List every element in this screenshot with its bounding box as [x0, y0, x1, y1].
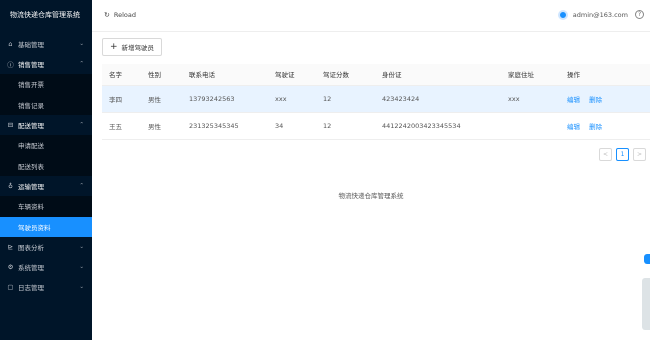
reload-icon: ↻	[104, 11, 110, 19]
table-row: 王五 男性 231325345345 34 12 441224200342334…	[102, 112, 650, 140]
menu-label: 基础管理	[18, 41, 44, 49]
column-header-id-card: 身份证	[375, 64, 501, 86]
column-header-license: 驾驶证	[268, 64, 316, 86]
cell-phone: 13793242563	[182, 85, 268, 113]
main-content: + 新增驾驶员 名字 性别 联系电话 驾驶证 驾证分数 身份证 家庭住址 操作 …	[92, 32, 650, 340]
delete-link[interactable]: 删除	[589, 123, 602, 131]
truck-icon: ♁	[8, 182, 13, 190]
chart-icon: ⊵	[7, 243, 14, 251]
sidebar-item-sales-invoice[interactable]: 销售开票	[0, 74, 92, 95]
edit-link[interactable]: 编辑	[567, 123, 580, 131]
cell-actions: 编辑 删除	[560, 85, 650, 113]
add-driver-button[interactable]: + 新增驾驶员	[102, 38, 163, 56]
column-header-address: 家庭住址	[501, 64, 560, 86]
reload-button[interactable]: ↻ Reload	[104, 11, 136, 19]
file-icon: ▢	[7, 283, 14, 291]
app-title: 物流快递仓库管理系统	[10, 11, 80, 19]
sidebar: 物流快递仓库管理系统 ⌂ 基础管理 ⌄ ⓘ 销售管理 ⌃ 销售开票 销售记录 ⊟…	[0, 0, 92, 340]
edit-link[interactable]: 编辑	[567, 96, 580, 104]
cell-name: 李四	[102, 85, 141, 113]
chevron-down-icon: ⌄	[79, 284, 84, 290]
menu-label: 日志管理	[18, 284, 44, 292]
column-header-name: 名字	[102, 64, 141, 86]
top-header: ↻ Reload admin@163.com ?	[92, 0, 650, 32]
table-row: 李四 男性 13793242563 xxx 12 423423424 xxx 编…	[102, 85, 650, 113]
page-1-button[interactable]: 1	[616, 148, 629, 161]
cell-address	[501, 112, 560, 140]
avatar	[557, 10, 568, 20]
submenu-sales: 销售开票 销售记录	[0, 74, 92, 115]
help-icon[interactable]: ?	[635, 10, 644, 19]
menu-delivery-management[interactable]: ⊟ 配送管理 ⌃	[0, 115, 92, 135]
submenu-delivery: 申请配送 配送列表	[0, 135, 92, 176]
menu-label: 销售管理	[18, 61, 44, 69]
menu-label: 运输管理	[18, 183, 44, 191]
footer-text: 物流快递仓库管理系统	[338, 192, 404, 200]
cell-gender: 男性	[141, 112, 182, 140]
cell-gender: 男性	[141, 85, 182, 113]
prev-page-button[interactable]: <	[599, 148, 612, 161]
menu-label: 配送管理	[18, 122, 44, 130]
column-header-gender: 性别	[141, 64, 182, 86]
chevron-down-icon: ⌄	[79, 244, 84, 250]
settings-icon: ⚙	[7, 263, 14, 271]
add-driver-label: 新增驾驶员	[121, 44, 155, 52]
driver-table: 名字 性别 联系电话 驾驶证 驾证分数 身份证 家庭住址 操作 李四 男性 13…	[102, 64, 650, 140]
car-icon: ⊟	[7, 121, 14, 129]
menu-label: 系统管理	[18, 264, 44, 272]
chevron-up-icon: ⌃	[79, 183, 84, 189]
info-circle-icon: ⓘ	[7, 61, 14, 69]
cell-id-card: 423423424	[375, 85, 501, 113]
sidebar-item-driver-info[interactable]: 驾驶员资料	[0, 216, 92, 237]
cell-license: 34	[268, 112, 316, 140]
cell-actions: 编辑 删除	[560, 112, 650, 140]
user-email: admin@163.com	[572, 11, 628, 19]
delete-link[interactable]: 删除	[589, 96, 602, 104]
user-menu[interactable]: admin@163.com	[557, 10, 628, 20]
menu-transport-management[interactable]: ♁ 运输管理 ⌃	[0, 176, 92, 196]
submenu-transport: 车辆资料 驾驶员资料	[0, 196, 92, 237]
column-header-actions: 操作	[560, 64, 650, 86]
cell-id-card: 4412242003423345534	[375, 112, 501, 140]
menu-sales-management[interactable]: ⓘ 销售管理 ⌃	[0, 54, 92, 74]
sidebar-item-sales-records[interactable]: 销售记录	[0, 95, 92, 116]
side-widget[interactable]	[642, 278, 650, 330]
sidebar-item-apply-delivery[interactable]: 申请配送	[0, 135, 92, 156]
chevron-down-icon: ⌄	[79, 264, 84, 270]
sidebar-item-vehicle-info[interactable]: 车辆资料	[0, 196, 92, 217]
home-icon: ⌂	[8, 40, 13, 48]
cell-license: xxx	[268, 85, 316, 113]
cell-score: 12	[316, 85, 375, 113]
cell-phone: 231325345345	[182, 112, 268, 140]
menu-label: 图表分析	[18, 244, 44, 252]
pagination: < 1 >	[595, 148, 646, 161]
next-page-button[interactable]: >	[633, 148, 646, 161]
reload-label: Reload	[113, 11, 136, 19]
sidebar-item-delivery-list[interactable]: 配送列表	[0, 156, 92, 177]
chevron-up-icon: ⌃	[79, 61, 84, 67]
table-header-row: 名字 性别 联系电话 驾驶证 驾证分数 身份证 家庭住址 操作	[102, 64, 650, 86]
column-header-phone: 联系电话	[182, 64, 268, 86]
menu-basic-management[interactable]: ⌂ 基础管理 ⌄	[0, 34, 92, 54]
side-drawer-handle[interactable]	[644, 254, 650, 264]
plus-icon: +	[110, 41, 118, 52]
chevron-down-icon: ⌄	[79, 41, 84, 47]
cell-name: 王五	[102, 112, 141, 140]
menu-system-management[interactable]: ⚙ 系统管理 ⌄	[0, 257, 92, 277]
cell-address: xxx	[501, 85, 560, 113]
column-header-score: 驾证分数	[316, 64, 375, 86]
chevron-up-icon: ⌃	[79, 122, 84, 128]
menu-chart-analysis[interactable]: ⊵ 图表分析 ⌄	[0, 237, 92, 257]
cell-score: 12	[316, 112, 375, 140]
menu-log-management[interactable]: ▢ 日志管理 ⌄	[0, 277, 92, 297]
